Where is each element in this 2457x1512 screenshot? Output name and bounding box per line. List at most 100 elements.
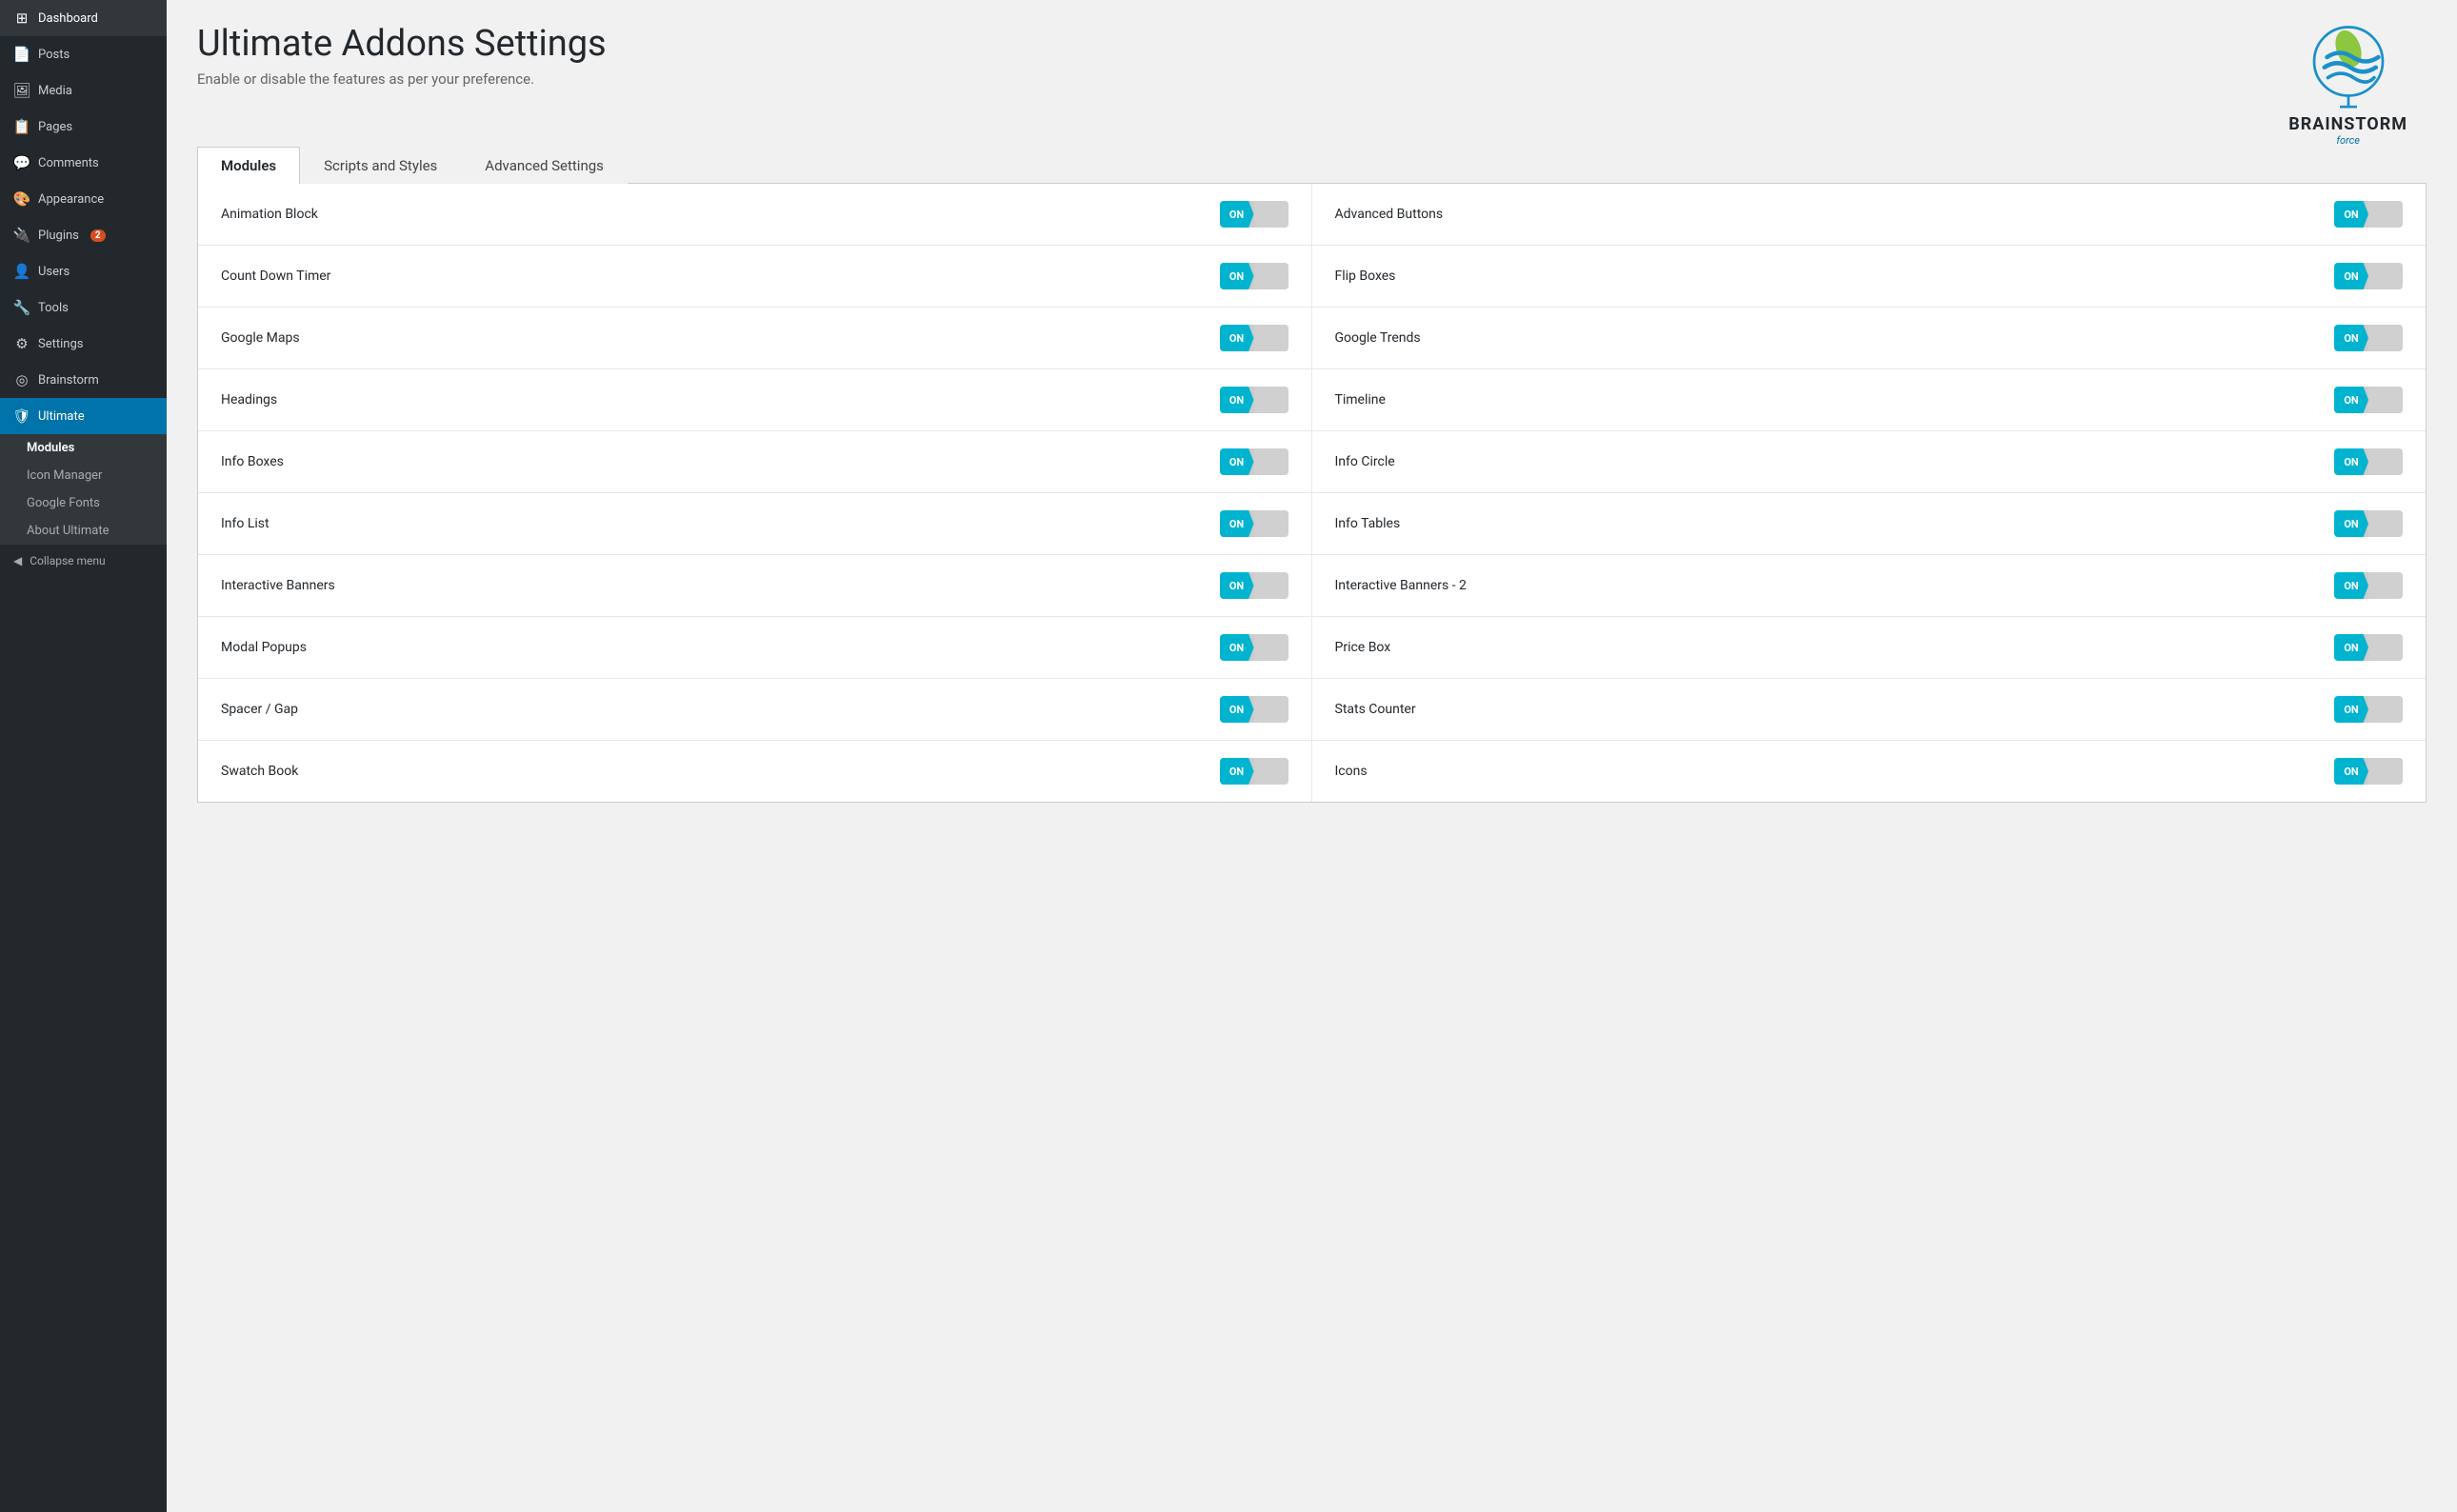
- tab-scripts-and-styles[interactable]: Scripts and Styles: [300, 147, 461, 184]
- sidebar-item-ultimate[interactable]: 🛡 Ultimate: [0, 398, 167, 434]
- module-name: Info Boxes: [221, 454, 1205, 469]
- dashboard-icon: ⊞: [13, 10, 30, 27]
- modules-row: Modal Popups ON Price Box ON: [198, 617, 2426, 679]
- toggle-on-label: ON: [1220, 758, 1254, 785]
- module-name: Animation Block: [221, 207, 1205, 222]
- module-cell-right-0: Advanced Buttons ON: [1312, 184, 2427, 245]
- toggle-off-area: [2368, 510, 2403, 537]
- collapse-icon: ◀: [13, 554, 22, 567]
- tab-advanced-settings[interactable]: Advanced Settings: [461, 147, 628, 184]
- sidebar-label-dashboard: Dashboard: [38, 11, 98, 26]
- toggle-headings[interactable]: ON: [1220, 387, 1288, 413]
- sidebar-label-brainstorm: Brainstorm: [38, 373, 99, 388]
- module-name: Interactive Banners: [221, 578, 1205, 593]
- toggle-price-box[interactable]: ON: [2334, 634, 2403, 661]
- modules-row: Count Down Timer ON Flip Boxes ON: [198, 246, 2426, 308]
- main-content: Ultimate Addons Settings Enable or disab…: [167, 0, 2457, 1512]
- tab-modules[interactable]: Modules: [197, 147, 300, 184]
- module-cell-right-9: Icons ON: [1312, 741, 2427, 802]
- toggle-on-label: ON: [1220, 510, 1254, 537]
- module-name: Icons: [1335, 764, 2320, 779]
- toggle-animation-block[interactable]: ON: [1220, 201, 1288, 228]
- header-row: Ultimate Addons Settings Enable or disab…: [197, 23, 2427, 147]
- module-cell-left-6: Interactive Banners ON: [198, 555, 1312, 616]
- submenu-item-google-fonts[interactable]: Google Fonts: [0, 489, 167, 517]
- toggle-off-area: [2368, 634, 2403, 661]
- toggle-on-label: ON: [2334, 263, 2368, 289]
- module-cell-left-3: Headings ON: [198, 369, 1312, 430]
- toggle-off-area: [2368, 201, 2403, 228]
- toggle-off-area: [1254, 758, 1288, 785]
- module-cell-right-1: Flip Boxes ON: [1312, 246, 2427, 307]
- modules-row: Info List ON Info Tables ON: [198, 493, 2426, 555]
- module-cell-left-2: Google Maps ON: [198, 308, 1312, 368]
- toggle-interactive-banners[interactable]: ON: [1220, 572, 1288, 599]
- toggle-swatch-book[interactable]: ON: [1220, 758, 1288, 785]
- module-name: Info List: [221, 516, 1205, 531]
- toggle-timeline[interactable]: ON: [2334, 387, 2403, 413]
- toggle-modal-popups[interactable]: ON: [1220, 634, 1288, 661]
- toggle-on-label: ON: [1220, 634, 1254, 661]
- module-cell-right-3: Timeline ON: [1312, 369, 2427, 430]
- sidebar-item-comments[interactable]: 💬 Comments: [0, 145, 167, 181]
- sidebar-item-media[interactable]: 🖼 Media: [0, 72, 167, 109]
- toggle-on-label: ON: [1220, 325, 1254, 351]
- submenu-item-icon-manager[interactable]: Icon Manager: [0, 462, 167, 489]
- settings-icon: ⚙: [13, 335, 30, 352]
- modules-row: Animation Block ON Advanced Buttons ON: [198, 184, 2426, 246]
- pages-icon: 📋: [13, 118, 30, 135]
- toggle-on-label: ON: [1220, 696, 1254, 723]
- toggle-on-label: ON: [2334, 448, 2368, 475]
- toggle-spacer-/-gap[interactable]: ON: [1220, 696, 1288, 723]
- toggle-info-circle[interactable]: ON: [2334, 448, 2403, 475]
- module-cell-left-4: Info Boxes ON: [198, 431, 1312, 492]
- modules-row: Google Maps ON Google Trends ON: [198, 308, 2426, 369]
- toggle-on-label: ON: [2334, 634, 2368, 661]
- toggle-info-list[interactable]: ON: [1220, 510, 1288, 537]
- module-name: Swatch Book: [221, 764, 1205, 779]
- plugin-badge: 2: [90, 229, 106, 242]
- toggle-info-tables[interactable]: ON: [2334, 510, 2403, 537]
- toggle-on-label: ON: [1220, 448, 1254, 475]
- sidebar-item-tools[interactable]: 🔧 Tools: [0, 289, 167, 326]
- sidebar-item-brainstorm[interactable]: ◎ Brainstorm: [0, 362, 167, 398]
- sidebar-label-pages: Pages: [38, 120, 72, 134]
- sidebar-item-appearance[interactable]: 🎨 Appearance: [0, 181, 167, 217]
- toggle-info-boxes[interactable]: ON: [1220, 448, 1288, 475]
- sidebar-item-settings[interactable]: ⚙ Settings: [0, 326, 167, 362]
- toggle-stats-counter[interactable]: ON: [2334, 696, 2403, 723]
- toggle-google-trends[interactable]: ON: [2334, 325, 2403, 351]
- module-name: Headings: [221, 392, 1205, 408]
- page-subtitle: Enable or disable the features as per yo…: [197, 70, 607, 88]
- sidebar-item-plugins[interactable]: 🔌 Plugins 2: [0, 217, 167, 253]
- toggle-off-area: [1254, 634, 1288, 661]
- users-icon: 👤: [13, 263, 30, 280]
- toggle-off-area: [1254, 448, 1288, 475]
- module-cell-left-1: Count Down Timer ON: [198, 246, 1312, 307]
- toggle-advanced-buttons[interactable]: ON: [2334, 201, 2403, 228]
- toggle-flip-boxes[interactable]: ON: [2334, 263, 2403, 289]
- module-name: Info Circle: [1335, 454, 2320, 469]
- toggle-icons[interactable]: ON: [2334, 758, 2403, 785]
- toggle-interactive-banners---2[interactable]: ON: [2334, 572, 2403, 599]
- sidebar-item-dashboard[interactable]: ⊞ Dashboard: [0, 0, 167, 36]
- sidebar-label-plugins: Plugins: [38, 229, 79, 243]
- sidebar-label-settings: Settings: [38, 337, 83, 351]
- module-cell-right-2: Google Trends ON: [1312, 308, 2427, 368]
- sidebar-item-users[interactable]: 👤 Users: [0, 253, 167, 289]
- sidebar-item-posts[interactable]: 📄 Posts: [0, 36, 167, 72]
- collapse-menu-button[interactable]: ◀ Collapse menu: [0, 545, 167, 577]
- toggle-off-area: [1254, 325, 1288, 351]
- module-name: Count Down Timer: [221, 269, 1205, 284]
- sidebar-label-posts: Posts: [38, 48, 70, 62]
- module-cell-right-4: Info Circle ON: [1312, 431, 2427, 492]
- module-cell-left-0: Animation Block ON: [198, 184, 1312, 245]
- sidebar-item-pages[interactable]: 📋 Pages: [0, 109, 167, 145]
- submenu-item-modules[interactable]: Modules: [0, 434, 167, 462]
- submenu-item-about-ultimate[interactable]: About Ultimate: [0, 517, 167, 545]
- toggle-count-down-timer[interactable]: ON: [1220, 263, 1288, 289]
- posts-icon: 📄: [13, 46, 30, 63]
- appearance-icon: 🎨: [13, 190, 30, 208]
- toggle-google-maps[interactable]: ON: [1220, 325, 1288, 351]
- module-name: Advanced Buttons: [1335, 207, 2320, 222]
